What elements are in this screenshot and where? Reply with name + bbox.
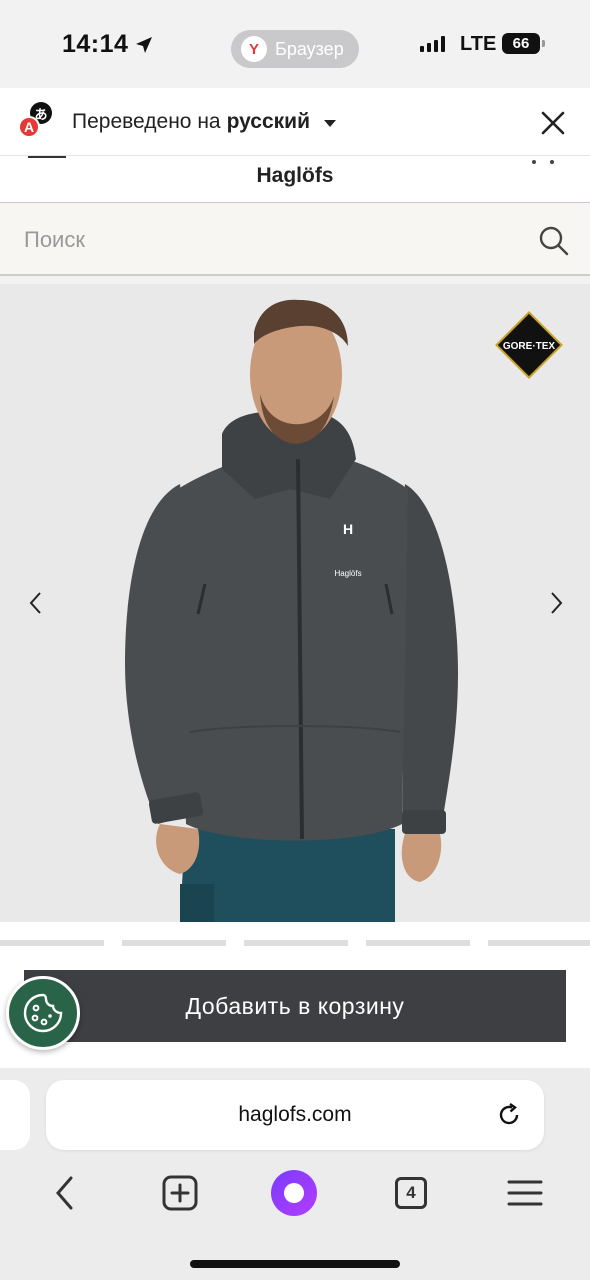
browser-toolbar: haglofs.com 4 [0,1068,590,1280]
back-button[interactable] [40,1168,90,1218]
thumbnail[interactable] [244,940,348,946]
translation-language: русский [226,110,310,133]
hamburger-menu-icon [507,1180,543,1206]
cookie-settings-button[interactable] [6,976,80,1050]
home-indicator [190,1260,400,1268]
tabs-count: 4 [395,1177,427,1209]
thumbnail[interactable] [122,940,226,946]
brand-logo[interactable]: Haglöfs [0,164,590,188]
gore-tex-badge-icon: GORE·TEX [495,311,563,379]
thumbnail[interactable] [488,940,590,946]
status-bar: 14:14 Y Браузер LTE 66 [0,0,590,88]
menu-button[interactable] [500,1168,550,1218]
tabs-button[interactable]: 4 [386,1168,436,1218]
address-bar-url: haglofs.com [238,1103,352,1126]
previous-tab-card[interactable] [0,1080,30,1150]
add-to-cart-button[interactable]: Добавить в корзину [24,970,566,1042]
cart-area: Добавить в корзину [0,948,590,1068]
alice-assistant-button[interactable] [269,1168,319,1218]
cookie-icon [23,993,63,1033]
plus-square-icon [162,1175,198,1211]
site-header: Haglöfs [0,156,590,202]
location-arrow-icon [136,36,153,53]
search-input[interactable]: Поиск [24,227,85,253]
search-icon[interactable] [538,225,570,257]
carousel-next-icon[interactable] [546,590,566,616]
battery-level: 66 [512,35,530,52]
network-type: LTE [460,33,497,55]
search-bar[interactable]: Поиск [0,202,590,276]
battery-icon: 66 [502,33,545,54]
thumbnail[interactable] [366,940,470,946]
new-tab-button[interactable] [155,1168,205,1218]
translation-language-selector[interactable]: Переведено на русский [72,110,336,134]
thumbnail-strip [0,922,590,948]
back-to-browser-pill[interactable]: Y Браузер [231,30,359,68]
caret-down-icon [324,119,336,127]
product-image-carousel[interactable]: H Haglöfs GORE·TEX [0,284,590,922]
svg-text:Haglöfs: Haglöfs [334,569,361,578]
signal-bars-icon [420,36,445,52]
yandex-logo-icon: Y [241,36,267,62]
reload-icon[interactable] [496,1102,522,1128]
browser-nav-row: 4 [0,1168,590,1218]
svg-text:H: H [343,521,353,537]
header-icons[interactable] [532,160,554,164]
translation-bar: あ A Переведено на русский [0,88,590,156]
svg-text:Y: Y [249,41,259,58]
chevron-left-icon [56,1176,73,1210]
svg-text:GORE·TEX: GORE·TEX [503,341,556,352]
browser-pill-label: Браузер [275,38,344,59]
close-translation-icon[interactable] [538,108,568,138]
translation-prefix: Переведено на [72,110,221,133]
status-time: 14:14 [62,30,154,59]
alice-icon [271,1170,317,1216]
address-bar[interactable]: haglofs.com [46,1080,544,1150]
carousel-prev-icon[interactable] [26,590,46,616]
thumbnail[interactable] [0,940,104,946]
menu-icon[interactable] [28,156,66,158]
status-time-text: 14:14 [62,30,129,58]
translate-icon: あ A [18,102,56,140]
